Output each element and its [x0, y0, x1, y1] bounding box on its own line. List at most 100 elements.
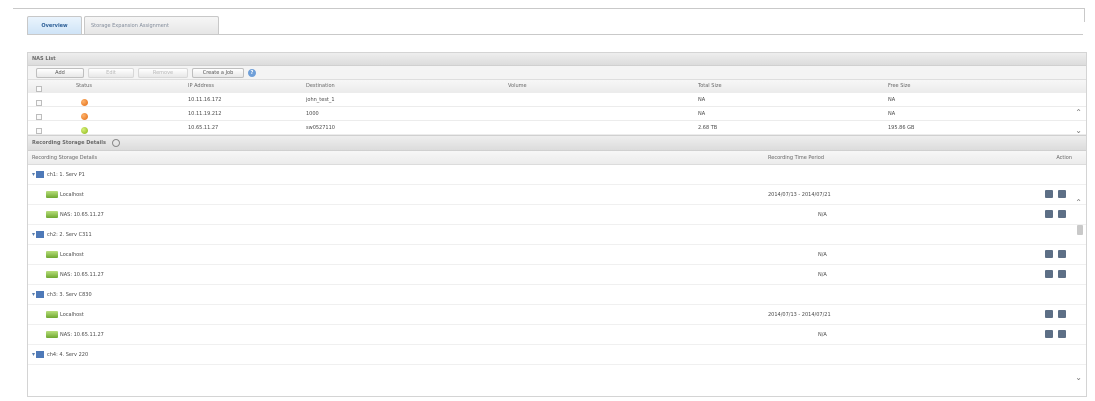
recording-period: 2014/07/13 - 2014/07/21 [768, 192, 831, 198]
storage-item: Localhost [46, 245, 84, 265]
table-row[interactable]: 10.11.19.212 1000 NA NA [28, 107, 1086, 121]
nas-table: Status IP Address Destination Volume Tot… [28, 80, 1086, 135]
total-size-cell: NA [698, 111, 706, 117]
create-job-button[interactable]: Create a Job [192, 67, 244, 78]
col-recording-storage-details: Recording Storage Details [32, 155, 98, 161]
col-action: Action [1056, 155, 1072, 161]
recording-storage-title: Recording Storage Details [32, 140, 106, 146]
top-right-border [1084, 8, 1085, 22]
storage-item: NAS: 10.65.11.27 [46, 265, 104, 285]
channel-item: ▾ ch2: 2. Serv C311 [32, 225, 92, 245]
playback-icon[interactable] [1045, 210, 1053, 218]
storage-row[interactable]: Localhost 2014/07/13 - 2014/07/21 [28, 305, 1086, 325]
storage-row[interactable]: NAS: 10.65.11.27 N/A [28, 205, 1086, 225]
remove-button[interactable]: Remove [138, 67, 188, 78]
recording-table-body: ▾ ch1: 1. Serv P1 Localhost 2014/07/13 - … [28, 165, 1086, 365]
recording-storage-header: Recording Storage Details [28, 135, 1086, 151]
col-recording-time-period: Recording Time Period [768, 155, 825, 161]
export-icon[interactable] [1058, 190, 1066, 198]
row-checkbox[interactable] [36, 124, 42, 138]
channel-item: ▾ ch3: 3. Serv C830 [32, 285, 92, 305]
recording-period: N/A [818, 272, 827, 278]
nas-list-title: NAS List [28, 53, 1086, 66]
channel-row[interactable]: ▾ ch2: 2. Serv C311 [28, 225, 1086, 245]
storage-row[interactable]: Localhost 2014/07/13 - 2014/07/21 [28, 185, 1086, 205]
col-free-size: Free Size [888, 83, 911, 89]
recording-period: N/A [818, 252, 827, 258]
scroll-up-icon[interactable]: ⌃ [1075, 108, 1082, 117]
ip-address-cell: 10.11.19.212 [188, 111, 222, 117]
scroll-down-icon[interactable]: ⌄ [1075, 373, 1082, 382]
col-total-size: Total Size [698, 83, 722, 89]
storage-item: Localhost [46, 185, 84, 205]
table-row[interactable]: 10.11.16.172 john_test_1 NA NA [28, 93, 1086, 107]
col-destination: Destination [306, 83, 335, 89]
storage-row[interactable]: NAS: 10.65.11.27 N/A [28, 325, 1086, 345]
recording-table-header: Recording Storage Details Recording Time… [28, 151, 1086, 165]
storage-item: NAS: 10.65.11.27 [46, 325, 104, 345]
ip-address-cell: 10.11.16.172 [188, 97, 222, 103]
playback-icon[interactable] [1045, 330, 1053, 338]
storage-row[interactable]: Localhost N/A [28, 245, 1086, 265]
storage-icon [46, 191, 58, 198]
export-icon[interactable] [1058, 250, 1066, 258]
edit-button[interactable]: Edit [88, 67, 134, 78]
table-row[interactable]: 10.65.11.27 sw0527110 2.68 TB 195.86 GB [28, 121, 1086, 135]
tab-bar: Overview Storage Expansion Assignment [27, 16, 219, 34]
col-ip-address: IP Address [188, 83, 214, 89]
export-icon[interactable] [1058, 270, 1066, 278]
channel-row[interactable]: ▾ ch3: 3. Serv C830 [28, 285, 1086, 305]
destination-cell: sw0527110 [306, 125, 335, 131]
recording-period: N/A [818, 332, 827, 338]
destination-cell: john_test_1 [306, 97, 335, 103]
playback-icon[interactable] [1045, 310, 1053, 318]
export-icon[interactable] [1058, 330, 1066, 338]
storage-icon [46, 311, 58, 318]
storage-icon [46, 251, 58, 258]
free-size-cell: NA [888, 97, 896, 103]
channel-row[interactable]: ▾ ch1: 1. Serv P1 [28, 165, 1086, 185]
free-size-cell: 195.86 GB [888, 125, 915, 131]
destination-cell: 1000 [306, 111, 319, 117]
scroll-up-icon[interactable]: ⌃ [1075, 198, 1082, 207]
refresh-icon[interactable] [111, 139, 120, 147]
main-panel: NAS List Add Edit Remove Create a Job ? … [27, 52, 1087, 397]
tab-underline [27, 34, 1083, 35]
playback-icon[interactable] [1045, 250, 1053, 258]
ip-address-cell: 10.65.11.27 [188, 125, 219, 131]
channel-item: ▾ ch4: 4. Serv 220 [32, 345, 88, 365]
tab-overview[interactable]: Overview [27, 16, 82, 34]
free-size-cell: NA [888, 111, 896, 117]
storage-icon [46, 331, 58, 338]
storage-row[interactable]: NAS: 10.65.11.27 N/A [28, 265, 1086, 285]
recording-period: 2014/07/13 - 2014/07/21 [768, 312, 831, 318]
storage-icon [46, 271, 58, 278]
channel-item: ▾ ch1: 1. Serv P1 [32, 165, 85, 185]
nas-table-header: Status IP Address Destination Volume Tot… [28, 80, 1086, 93]
camera-icon [36, 231, 44, 238]
export-icon[interactable] [1058, 310, 1066, 318]
nas-toolbar: Add Edit Remove Create a Job ? [28, 66, 1086, 80]
status-ok-icon [81, 124, 88, 138]
camera-icon [36, 171, 44, 178]
tab-storage-expansion[interactable]: Storage Expansion Assignment [84, 16, 219, 34]
export-icon[interactable] [1058, 210, 1066, 218]
storage-item: NAS: 10.65.11.27 [46, 205, 104, 225]
col-volume: Volume [508, 83, 527, 89]
camera-icon [36, 351, 44, 358]
storage-icon [46, 211, 58, 218]
recording-scrollbar[interactable] [1077, 213, 1083, 383]
add-button[interactable]: Add [36, 67, 84, 78]
playback-icon[interactable] [1045, 270, 1053, 278]
top-border [13, 8, 1085, 9]
col-status: Status [76, 83, 92, 89]
scroll-thumb[interactable] [1077, 225, 1083, 235]
storage-item: Localhost [46, 305, 84, 325]
recording-period: N/A [818, 212, 827, 218]
help-icon[interactable]: ? [248, 68, 256, 77]
channel-row[interactable]: ▾ ch4: 4. Serv 220 [28, 345, 1086, 365]
scroll-down-icon[interactable]: ⌄ [1075, 126, 1082, 135]
total-size-cell: NA [698, 97, 706, 103]
playback-icon[interactable] [1045, 190, 1053, 198]
camera-icon [36, 291, 44, 298]
